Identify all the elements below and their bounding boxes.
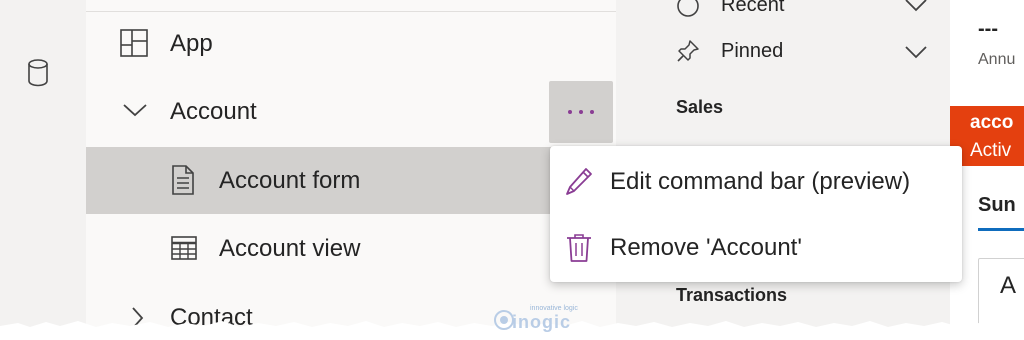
form-document-icon xyxy=(172,165,194,195)
tree-item-app[interactable]: App xyxy=(86,12,616,78)
pencil-icon xyxy=(566,168,592,195)
menu-item-label: Edit command bar (preview) xyxy=(610,168,911,195)
tree-item-label: Account view xyxy=(219,235,361,262)
group-header-transactions: Transactions xyxy=(676,285,788,305)
nav-item-label: Pinned xyxy=(721,40,784,62)
header-value: --- xyxy=(978,18,998,40)
table-icon xyxy=(171,236,197,260)
nav-item-label: Recent xyxy=(721,0,785,16)
watermark-tagline: innovative logic xyxy=(530,305,578,312)
database-icon[interactable] xyxy=(26,58,50,88)
menu-item-edit-command-bar[interactable]: Edit command bar (preview) xyxy=(550,148,962,214)
more-options-button[interactable] xyxy=(549,81,613,143)
pin-icon xyxy=(677,40,699,62)
context-menu: Edit command bar (preview) Remove 'Accou… xyxy=(550,146,962,282)
section-heading: A xyxy=(1000,272,1017,299)
app-designer-window: App Account Account form Account view Co… xyxy=(0,0,1024,340)
tree-item-label: App xyxy=(170,30,213,57)
chevron-down-icon[interactable] xyxy=(904,0,928,12)
tab-summary[interactable]: Sun xyxy=(978,194,1016,217)
badge-title: acco xyxy=(970,112,1014,133)
tree-item-label: Account form xyxy=(219,167,361,194)
tree-top-divider xyxy=(86,0,616,12)
navigation-tree: App Account Account form Account view Co… xyxy=(86,0,616,340)
watermark-brand: inogic xyxy=(512,312,571,332)
menu-item-label: Remove 'Account' xyxy=(610,234,802,261)
grid-icon xyxy=(120,29,148,57)
tree-item-label: Account xyxy=(170,98,257,125)
group-header-sales: Sales xyxy=(676,97,724,117)
menu-item-remove[interactable]: Remove 'Account' xyxy=(550,214,962,280)
tree-item-account-form[interactable]: Account form xyxy=(86,147,616,214)
tree-item-account-view[interactable]: Account view xyxy=(86,215,616,281)
left-rail xyxy=(0,0,86,340)
tree-item-account[interactable]: Account xyxy=(86,80,616,146)
badge-status: Activ xyxy=(970,140,1012,161)
tab-selected-indicator xyxy=(978,228,1024,231)
trash-icon xyxy=(567,234,591,262)
nav-item-pinned[interactable]: Pinned xyxy=(616,31,950,71)
chevron-down-icon[interactable] xyxy=(904,45,928,59)
header-field-label: Annu xyxy=(978,51,1016,68)
nav-item-recent[interactable]: Recent xyxy=(616,0,950,28)
ellipsis-icon xyxy=(568,110,594,114)
chevron-down-icon[interactable] xyxy=(122,102,148,118)
clock-icon xyxy=(677,0,699,17)
